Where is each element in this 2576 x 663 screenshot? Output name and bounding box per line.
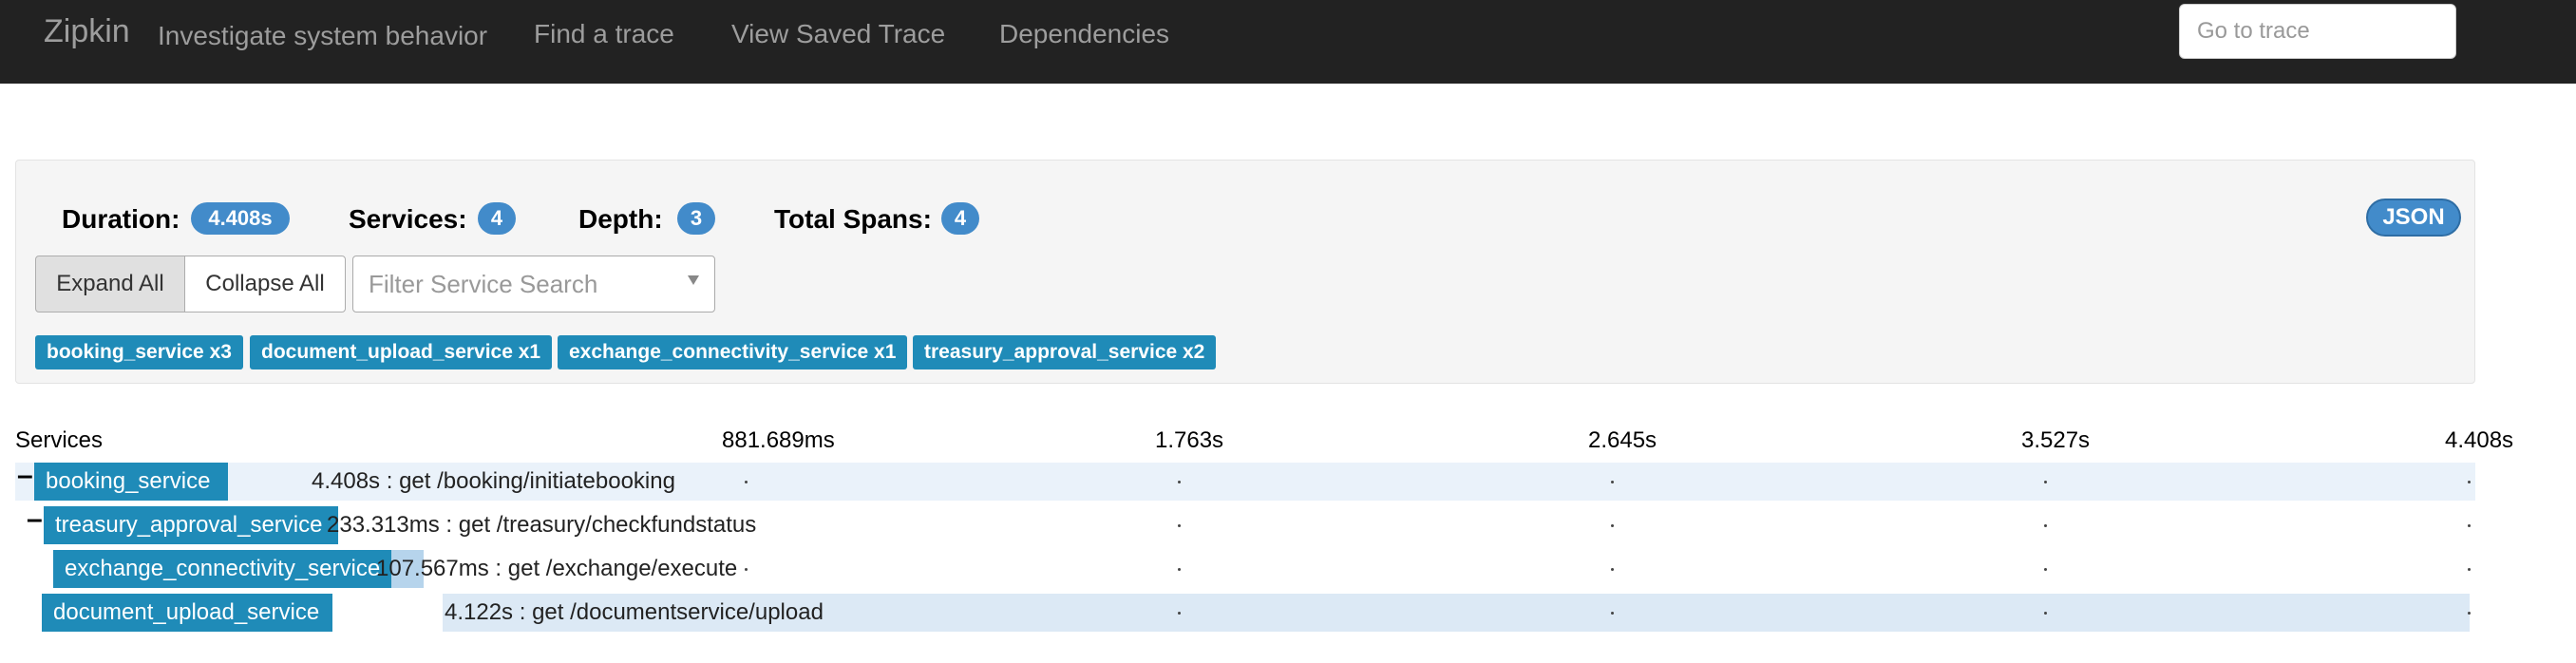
tick-dot: [2044, 568, 2047, 571]
nav-dependencies[interactable]: Dependencies: [999, 19, 1169, 49]
tick-dot: [1611, 568, 1614, 571]
service-tag-booking[interactable]: booking_service x3: [35, 335, 243, 369]
top-navbar: Zipkin Investigate system behavior Find …: [0, 0, 2576, 84]
span-label: 4.408s : get /booking/initiatebooking: [312, 468, 675, 494]
span-label: 233.313ms : get /treasury/checkfundstatu…: [327, 512, 757, 538]
tick-dot: [1611, 524, 1614, 527]
tick-dot: [1178, 612, 1181, 615]
span-service-name[interactable]: booking_service: [34, 463, 228, 501]
tick-dot: [1611, 612, 1614, 615]
go-to-trace-input[interactable]: [2179, 4, 2456, 59]
timeline-tick: 3.527s: [2021, 427, 2091, 453]
tick-dot: [1178, 568, 1181, 571]
nav-find-trace[interactable]: Find a trace: [534, 19, 674, 49]
filter-service-select[interactable]: Filter Service Search: [352, 256, 715, 313]
json-button[interactable]: JSON: [2366, 199, 2461, 237]
tick-dot: [2468, 568, 2471, 571]
collapse-toggle[interactable]: –: [17, 460, 33, 492]
tick-dot: [2044, 481, 2047, 483]
tick-dot: [2468, 481, 2471, 483]
collapse-toggle[interactable]: –: [27, 503, 43, 536]
tick-dot: [2044, 524, 2047, 527]
span-service-name[interactable]: document_upload_service: [42, 594, 332, 632]
span-label: 4.122s : get /documentservice/upload: [445, 599, 824, 625]
span-service-name[interactable]: exchange_connectivity_service: [53, 550, 391, 588]
tick-dot: [1178, 481, 1181, 483]
brand-logo[interactable]: Zipkin: [44, 13, 130, 50]
timeline-tick: 4.408s: [2445, 427, 2514, 453]
service-tag-exchange-connectivity[interactable]: exchange_connectivity_service x1: [558, 335, 908, 369]
service-tag-treasury-approval[interactable]: treasury_approval_service x2: [913, 335, 1217, 369]
depth-label: Depth:: [578, 204, 663, 234]
timeline-tick: 2.645s: [1588, 427, 1657, 453]
timeline-tick: 881.689ms: [722, 427, 835, 453]
tick-dot: [2468, 612, 2471, 615]
services-badge: 4: [478, 202, 516, 235]
caret-down-icon: [688, 275, 699, 285]
span-label: 107.567ms : get /exchange/execute: [376, 556, 738, 581]
tick-dot: [1611, 481, 1614, 483]
span-service-name[interactable]: treasury_approval_service: [44, 506, 338, 544]
duration-label: Duration:: [62, 204, 180, 234]
timeline-services-header: Services: [15, 427, 104, 453]
tick-dot: [745, 568, 748, 571]
tick-dot: [745, 481, 748, 483]
collapse-all-button[interactable]: Collapse All: [184, 256, 346, 313]
filter-service-placeholder: Filter Service Search: [369, 270, 598, 298]
tick-dot: [1178, 524, 1181, 527]
duration-badge: 4.408s: [191, 202, 290, 235]
total-spans-label: Total Spans:: [774, 204, 932, 234]
tick-dot: [2468, 524, 2471, 527]
tick-dot: [2044, 612, 2047, 615]
nav-view-saved-trace[interactable]: View Saved Trace: [731, 19, 945, 49]
timeline-tick: 1.763s: [1155, 427, 1224, 453]
trace-summary-panel: Duration: 4.408s Services: 4 Depth: 3 To…: [15, 160, 2475, 384]
service-tag-document-upload[interactable]: document_upload_service x1: [250, 335, 553, 369]
total-spans-badge: 4: [941, 202, 979, 235]
services-label: Services:: [349, 204, 467, 234]
depth-badge: 3: [677, 202, 715, 235]
expand-all-button[interactable]: Expand All: [35, 256, 185, 313]
brand-tagline: Investigate system behavior: [158, 21, 488, 50]
